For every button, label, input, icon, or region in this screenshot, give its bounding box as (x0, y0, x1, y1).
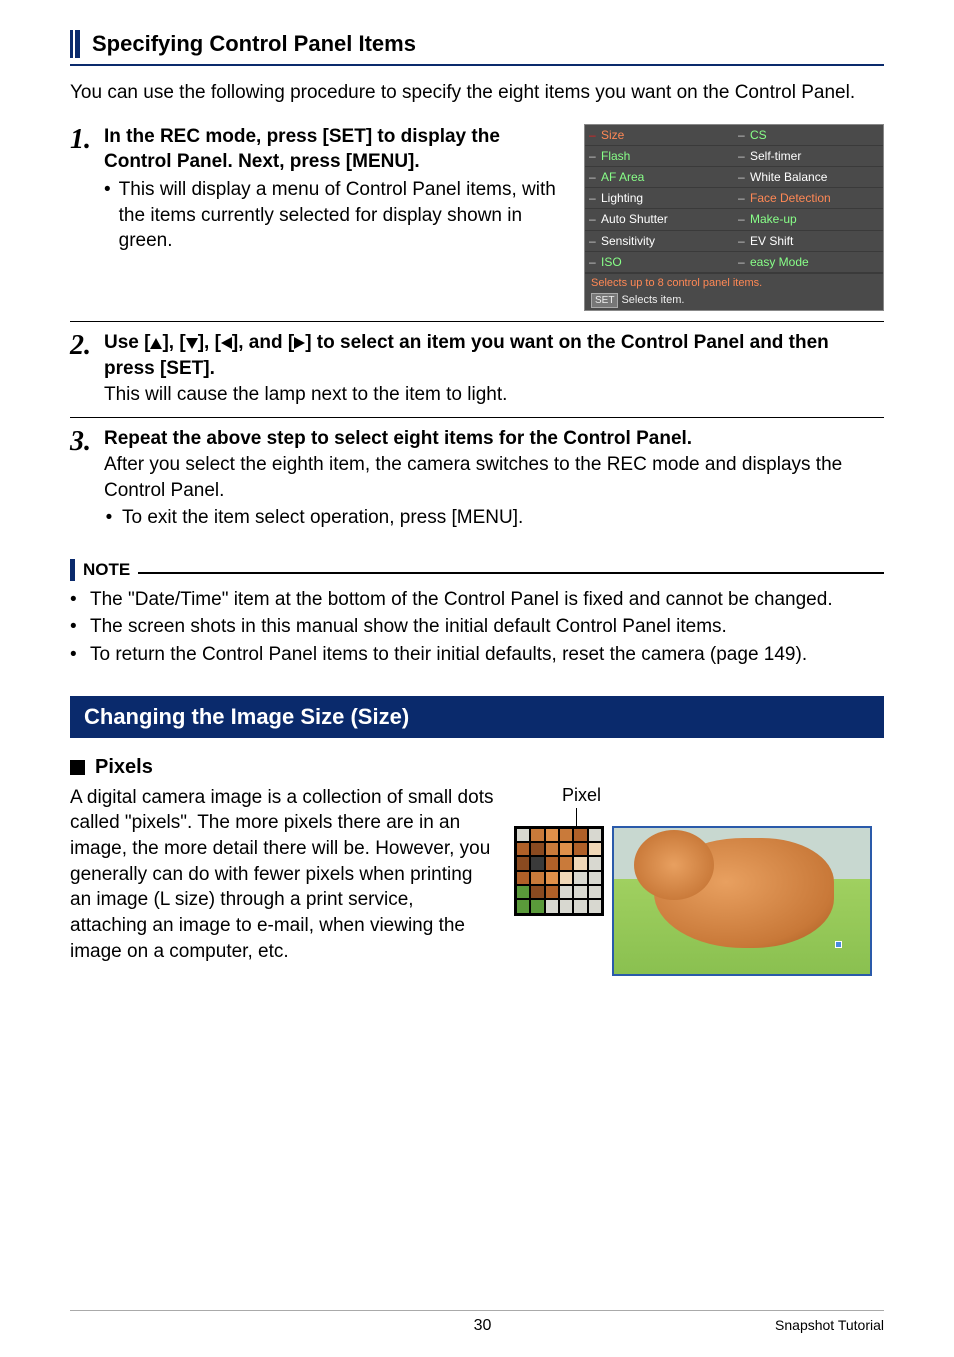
panel-item: CS (746, 125, 883, 146)
step2-title: Use [], [], [], and [] to select an item… (104, 330, 884, 381)
panel-item: EV Shift (746, 231, 883, 252)
pixels-heading: Pixels (95, 756, 153, 779)
footer-section: Snapshot Tutorial (775, 1317, 884, 1335)
sample-photo (612, 826, 872, 976)
tick-icon: – (734, 146, 746, 167)
bullet-dot-icon: • (70, 642, 82, 668)
step-number: 1. (70, 124, 104, 154)
tick-icon: – (734, 231, 746, 252)
panel-footer-2-text: Selects item. (621, 294, 684, 306)
pixel-marker-icon (835, 941, 842, 948)
panel-item: Lighting (597, 188, 734, 209)
left-arrow-icon (221, 337, 232, 349)
panel-item: AF Area (597, 167, 734, 188)
step-1: 1. In the REC mode, press [SET] to displ… (70, 124, 884, 312)
tick-icon: – (585, 209, 597, 230)
panel-item: Sensitivity (597, 231, 734, 252)
up-arrow-icon (150, 338, 162, 349)
control-panel-menu-screenshot: –Size–CS –Flash–Self-timer –AF Area–Whit… (584, 124, 884, 312)
pixel-pointer-line (576, 808, 577, 826)
step3-title: Repeat the above step to select eight it… (104, 426, 884, 452)
t: Use [ (104, 332, 150, 353)
tick-icon: – (585, 252, 597, 273)
tick-icon: – (734, 167, 746, 188)
down-arrow-icon (186, 338, 198, 349)
t: ], and [ (232, 332, 294, 353)
panel-item: Self-timer (746, 146, 883, 167)
tick-icon: – (585, 167, 597, 188)
bullet-dot-icon: • (70, 587, 82, 613)
section-title-row: Specifying Control Panel Items (70, 30, 884, 58)
page-number: 30 (190, 1317, 775, 1335)
step-3: 3. Repeat the above step to select eight… (70, 426, 884, 531)
section-underline (70, 64, 884, 66)
step1-bullet: • This will display a menu of Control Pa… (104, 177, 564, 254)
panel-item: White Balance (746, 167, 883, 188)
tick-icon: – (585, 125, 597, 146)
tick-icon: – (585, 146, 597, 167)
bullet-dot-icon: • (104, 177, 111, 254)
note-line (138, 572, 884, 574)
note-label: NOTE (83, 560, 130, 580)
step-separator (70, 417, 884, 418)
cat-illustration (654, 838, 834, 948)
set-button-label: SET (591, 293, 618, 309)
step-number: 2. (70, 330, 104, 360)
step-2: 2. Use [], [], [], and [] to select an i… (70, 330, 884, 407)
section-bar-icon (70, 30, 80, 58)
note-list: • The "Date/Time" item at the bottom of t… (70, 587, 884, 668)
t: ], [ (162, 332, 185, 353)
note-heading-row: NOTE (70, 559, 884, 581)
panel-grid: –Size–CS –Flash–Self-timer –AF Area–Whit… (585, 125, 883, 273)
tick-icon: – (734, 252, 746, 273)
note-item: The "Date/Time" item at the bottom of th… (90, 587, 833, 613)
panel-footer-2: SETSelects item. (585, 293, 883, 311)
note-item: To return the Control Panel items to the… (90, 642, 807, 668)
tick-icon: – (734, 125, 746, 146)
section-title: Specifying Control Panel Items (92, 31, 416, 57)
section-intro: You can use the following procedure to s… (70, 80, 884, 106)
square-bullet-icon (70, 760, 85, 775)
step2-desc: This will cause the lamp next to the ite… (104, 382, 884, 408)
panel-item: ISO (597, 252, 734, 273)
pixel-graphic: Pixel (514, 785, 884, 976)
step-number: 3. (70, 426, 104, 456)
step1-bullet-text: This will display a menu of Control Pane… (119, 177, 564, 254)
tick-icon: – (585, 231, 597, 252)
panel-item: Face Detection (746, 188, 883, 209)
tick-icon: – (734, 209, 746, 230)
dark-heading-bar: Changing the Image Size (Size) (70, 696, 884, 738)
step3-bullet-text: To exit the item select operation, press… (122, 505, 523, 531)
tick-icon: – (734, 188, 746, 209)
note-bar-icon (70, 559, 75, 581)
step3-desc: After you select the eighth item, the ca… (104, 452, 884, 503)
bullet-dot-icon: • (104, 505, 114, 531)
panel-item: Flash (597, 146, 734, 167)
panel-item: Size (597, 125, 734, 146)
note-item: The screen shots in this manual show the… (90, 614, 727, 640)
panel-item: Auto Shutter (597, 209, 734, 230)
step1-title: In the REC mode, press [SET] to display … (104, 124, 564, 175)
pixels-heading-row: Pixels (70, 756, 884, 779)
page-footer: 30 Snapshot Tutorial (70, 1310, 884, 1335)
bullet-dot-icon: • (70, 614, 82, 640)
zoom-grid-icon (514, 826, 604, 916)
panel-item: Make-up (746, 209, 883, 230)
pixels-text: A digital camera image is a collection o… (70, 785, 494, 964)
panel-item: easy Mode (746, 252, 883, 273)
right-arrow-icon (294, 337, 305, 349)
tick-icon: – (585, 188, 597, 209)
step-separator (70, 321, 884, 322)
panel-footer-1: Selects up to 8 control panel items. (585, 273, 883, 293)
step3-bullet: • To exit the item select operation, pre… (104, 505, 884, 531)
t: ], [ (198, 332, 221, 353)
pixel-label: Pixel (562, 785, 601, 806)
